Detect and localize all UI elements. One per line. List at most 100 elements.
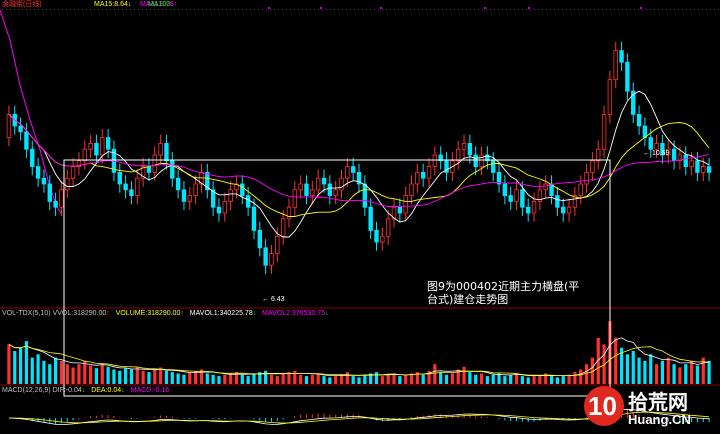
- grid-dot: [94, 9, 95, 10]
- grid-dot: [10, 9, 11, 10]
- grid-dot: [110, 9, 111, 10]
- volume-bar: [106, 366, 110, 384]
- candle-up: [286, 206, 292, 220]
- volume-bar: [549, 376, 554, 384]
- grid-dot: [430, 9, 431, 10]
- grid-dot: [262, 9, 263, 10]
- candle-down: [175, 177, 181, 191]
- grid-dot: [606, 9, 607, 10]
- volume-bar: [684, 364, 688, 384]
- grid-dot: [706, 9, 707, 10]
- ma15-label: MA15:8.64↓: [94, 1, 132, 8]
- volume-bar: [36, 354, 40, 384]
- grid-dot: [710, 9, 711, 10]
- volume-bar: [211, 374, 215, 384]
- candle-down: [245, 195, 251, 208]
- logo-cn-text: 拾荒网: [628, 390, 688, 414]
- candle-up: [158, 142, 163, 156]
- volume-bar: [433, 364, 437, 384]
- grid-dot: [522, 9, 523, 10]
- candle-down: [35, 166, 41, 179]
- grid-dot: [274, 9, 275, 10]
- grid-dot: [150, 9, 151, 10]
- candle-down: [129, 189, 134, 197]
- ma100-label: MA100:: [148, 1, 173, 8]
- grid-dot: [590, 9, 591, 10]
- top-marker: [528, 7, 530, 9]
- grid-dot: [702, 9, 703, 10]
- volume-bar: [474, 374, 478, 384]
- grid-dot: [410, 9, 411, 10]
- grid-dot: [42, 9, 43, 10]
- candle-down: [625, 61, 630, 92]
- grid-dot: [202, 9, 203, 10]
- grid-dot: [638, 9, 639, 10]
- volume-bar: [374, 372, 379, 384]
- grid-dot: [294, 9, 295, 10]
- candle-down: [636, 114, 642, 127]
- grid-dot: [406, 9, 407, 10]
- grid-dot: [654, 9, 655, 10]
- volume-bar: [462, 366, 466, 384]
- candle-up: [310, 189, 315, 197]
- grid-dot: [662, 9, 663, 10]
- volume-bar: [164, 370, 169, 384]
- volume-bar: [695, 365, 700, 384]
- grid-dot: [538, 9, 539, 10]
- candle-down: [555, 195, 560, 208]
- candle-down: [327, 183, 333, 197]
- grid-dot: [594, 9, 595, 10]
- volume-bar: [182, 374, 186, 384]
- candle-down: [105, 137, 111, 150]
- grid-dot: [570, 9, 571, 10]
- grid-dot: [226, 9, 227, 10]
- grid-dot: [514, 9, 515, 10]
- candle-up: [566, 206, 572, 214]
- volume-bar: [252, 373, 256, 384]
- kline-chart[interactable]: [0, 0, 720, 434]
- candle-down: [47, 183, 52, 202]
- volume-bar: [538, 374, 542, 384]
- volume-bar: [584, 364, 589, 384]
- candle-up: [222, 200, 228, 214]
- volume-bar: [509, 374, 513, 384]
- volume-bar: [707, 360, 711, 384]
- grid-dot: [486, 9, 487, 10]
- grid-dot: [374, 9, 375, 10]
- grid-dot: [158, 9, 159, 10]
- grid-dot: [362, 9, 363, 10]
- candle-up: [59, 189, 64, 208]
- candle-down: [473, 154, 478, 167]
- volume-bar: [170, 372, 174, 384]
- high-price-tag: ← 10.59: [643, 150, 670, 157]
- volume-bar: [77, 364, 81, 384]
- volume-bar: [89, 365, 93, 384]
- grid-dot: [154, 9, 155, 10]
- grid-dot: [90, 9, 91, 10]
- candle-up: [455, 148, 461, 162]
- candle-up: [193, 183, 198, 197]
- candle-up: [701, 166, 706, 173]
- grid-dot: [210, 9, 211, 10]
- volume-bar: [229, 373, 233, 384]
- volume-bar: [637, 357, 641, 384]
- logo-number: 10: [588, 391, 617, 421]
- candle-up: [333, 189, 338, 197]
- top-marker: [484, 7, 486, 9]
- grid-dot: [418, 9, 419, 10]
- grid-dot: [246, 9, 247, 10]
- candle-up: [409, 183, 414, 197]
- grid-dot: [330, 9, 331, 10]
- volume-bar: [159, 367, 163, 384]
- grid-dot: [118, 9, 119, 10]
- volume-bar: [398, 376, 402, 384]
- volume-bar: [18, 347, 23, 384]
- macd-header: MACD(12,26,9) DIF:-0.04↓ DEA:0.04↓ MACD:…: [2, 387, 170, 394]
- grid-dot: [174, 9, 175, 10]
- grid-dot: [98, 9, 99, 10]
- grid-dot: [686, 9, 687, 10]
- candle-down: [41, 177, 47, 185]
- grid-dot: [254, 9, 255, 10]
- volume-bar: [322, 376, 326, 384]
- volume-bar: [491, 374, 495, 384]
